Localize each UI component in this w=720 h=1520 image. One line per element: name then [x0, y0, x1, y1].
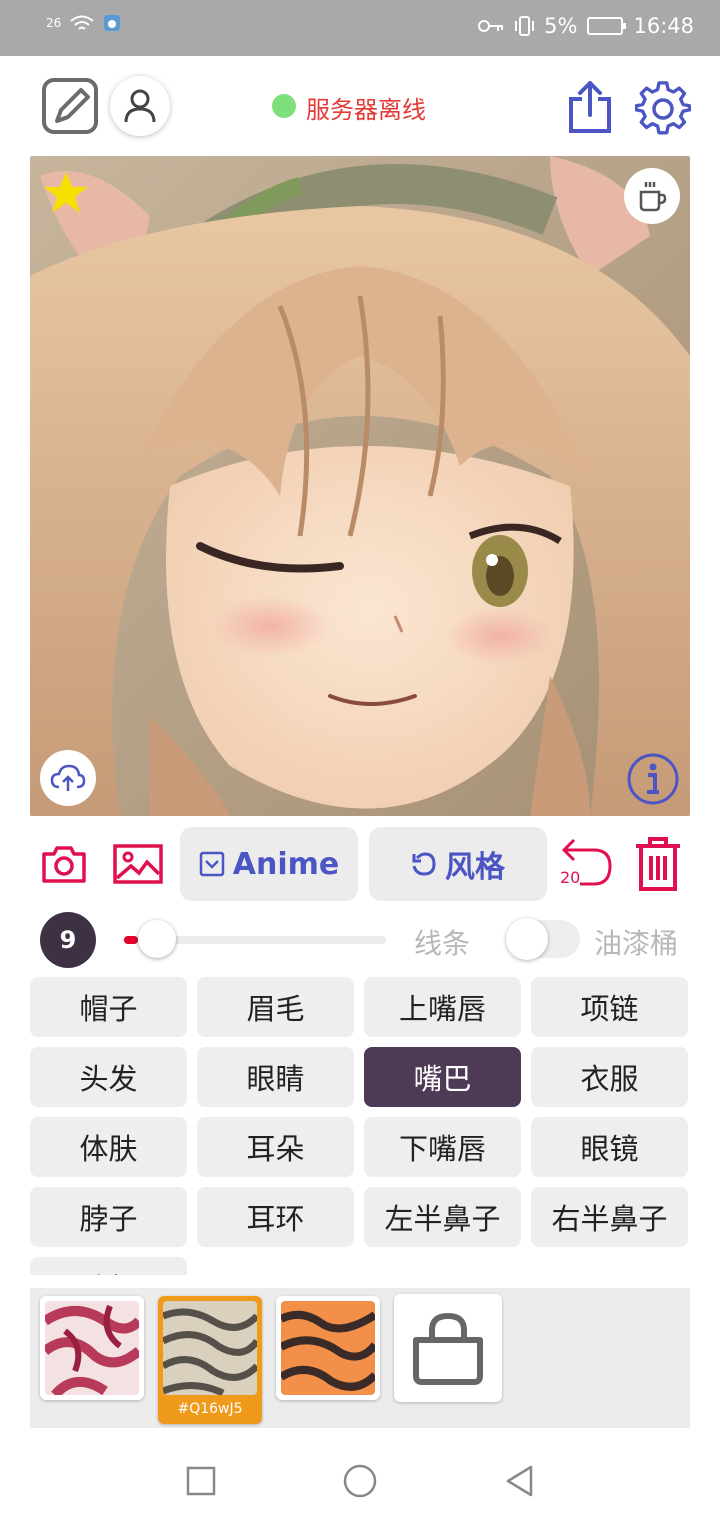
part-button-earrings[interactable]: 耳环: [197, 1187, 354, 1247]
line-mode-label[interactable]: 线条: [414, 922, 470, 962]
star-icon[interactable]: [42, 170, 90, 216]
brush-size-slider-thumb[interactable]: [138, 920, 176, 958]
texture-swatch-1[interactable]: [40, 1296, 144, 1400]
texture-code-label: #Q16wJ5: [177, 1401, 243, 1417]
camera-icon: [42, 846, 86, 883]
mode-label: Anime: [232, 846, 340, 882]
server-status-text: 服务器离线: [306, 96, 426, 124]
texture-store-button[interactable]: [394, 1294, 502, 1402]
part-button-right-nose[interactable]: 右半鼻子: [531, 1187, 688, 1247]
part-button-ears[interactable]: 耳朵: [197, 1117, 354, 1177]
bucket-toggle-thumb[interactable]: [506, 918, 548, 960]
status-right: 5% 16:48: [478, 14, 694, 38]
delete-button[interactable]: [632, 834, 684, 894]
bucket-mode-label: 油漆桶: [594, 927, 679, 960]
status-bar: 26 5% 16:48: [0, 0, 720, 56]
part-button-hair[interactable]: 头发: [30, 1047, 187, 1107]
shopping-bag-icon: [413, 1312, 483, 1385]
settings-icon: [635, 81, 691, 135]
anime-portrait-image: [30, 156, 690, 816]
camera-button[interactable]: [40, 840, 88, 888]
part-button-cheeks[interactable]: 脸颊: [30, 1257, 187, 1275]
home-icon[interactable]: [343, 1464, 377, 1498]
part-button-glasses[interactable]: 眼镜: [531, 1117, 688, 1177]
style-button[interactable]: 风格: [369, 827, 547, 901]
app-notification-icon: [104, 15, 121, 31]
style-label: 风格: [445, 850, 505, 885]
coffee-icon: [639, 182, 667, 212]
part-button-lower-lip[interactable]: 下嘴唇: [364, 1117, 521, 1177]
upload-cloud-icon: [50, 764, 86, 791]
battery-percent: 5%: [544, 14, 578, 38]
drawing-canvas[interactable]: [30, 156, 690, 816]
system-nav-bar: [0, 1442, 720, 1520]
vibrate-icon: [515, 16, 535, 36]
signal-strength: 26: [46, 16, 62, 30]
part-button-skin[interactable]: 体肤: [30, 1117, 187, 1177]
part-selector-grid: 帽子 眉毛 上嘴唇 项链 头发 眼睛 嘴巴 衣服 体肤 耳朵 下嘴唇 眼镜 脖子…: [30, 977, 690, 1275]
image-icon: [113, 844, 163, 884]
share-button[interactable]: [562, 78, 618, 136]
info-button[interactable]: [626, 752, 680, 806]
part-button-hat[interactable]: 帽子: [30, 977, 187, 1037]
info-icon: [627, 753, 679, 805]
coffee-button[interactable]: [624, 168, 680, 224]
back-icon[interactable]: [504, 1464, 534, 1498]
clock: 16:48: [633, 14, 694, 38]
part-button-upper-lip[interactable]: 上嘴唇: [364, 977, 521, 1037]
texture-1-image: [45, 1301, 139, 1395]
wifi-icon: [70, 15, 94, 30]
brush-size-slider-fill: [124, 936, 138, 944]
recent-apps-icon[interactable]: [186, 1466, 216, 1496]
mode-anime-button[interactable]: Anime: [180, 827, 358, 901]
key-icon: [478, 20, 504, 32]
part-button-mouth[interactable]: 嘴巴: [364, 1047, 521, 1107]
upload-button[interactable]: [40, 750, 96, 806]
part-button-left-nose[interactable]: 左半鼻子: [364, 1187, 521, 1247]
edit-icon: [42, 78, 98, 134]
texture-tray: #Q16wJ5: [30, 1288, 690, 1428]
user-button[interactable]: [110, 76, 170, 136]
edit-button[interactable]: [40, 76, 100, 136]
part-button-clothes[interactable]: 衣服: [531, 1047, 688, 1107]
settings-button[interactable]: [634, 80, 692, 138]
refresh-icon: [412, 852, 436, 876]
brush-size-indicator: 9: [40, 912, 96, 968]
share-icon: [569, 81, 611, 133]
texture-3-image: [281, 1301, 375, 1395]
part-button-eyes[interactable]: 眼睛: [197, 1047, 354, 1107]
part-button-eyebrows[interactable]: 眉毛: [197, 977, 354, 1037]
battery-icon: [587, 17, 627, 35]
part-button-necklace[interactable]: 项链: [531, 977, 688, 1037]
undo-count: 20: [560, 868, 581, 887]
undo-button[interactable]: 20: [556, 834, 616, 894]
texture-swatch-2-selected[interactable]: #Q16wJ5: [158, 1296, 262, 1424]
server-status-dot: [272, 94, 296, 118]
dropdown-box-icon: [199, 851, 225, 877]
trash-icon: [636, 837, 680, 891]
user-icon: [124, 89, 156, 123]
part-button-neck[interactable]: 脖子: [30, 1187, 187, 1247]
gallery-button[interactable]: [112, 840, 164, 888]
texture-swatch-3[interactable]: [276, 1296, 380, 1400]
texture-2-image: [163, 1301, 257, 1395]
status-left: 26: [46, 14, 121, 32]
